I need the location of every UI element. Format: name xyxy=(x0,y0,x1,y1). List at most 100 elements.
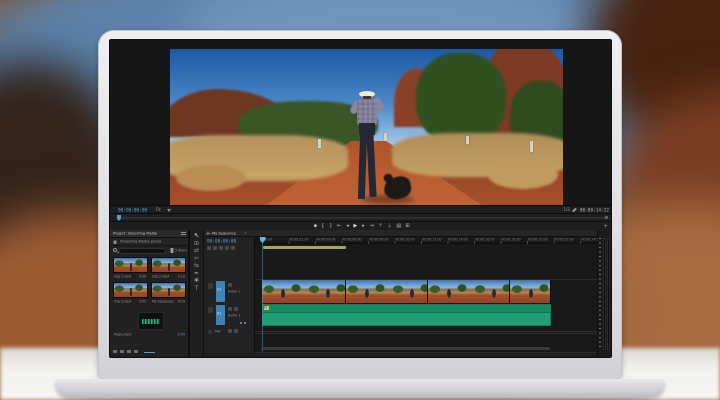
timeline-clip-1[interactable] xyxy=(262,280,346,303)
extract-button[interactable]: ⇣ xyxy=(387,223,391,228)
home-icon[interactable] xyxy=(113,240,117,244)
export-frame-button[interactable]: ▤ xyxy=(396,223,401,228)
project-item-music[interactable] xyxy=(138,312,164,330)
linked-selection-icon[interactable] xyxy=(219,246,223,250)
mark-in-button[interactable]: { xyxy=(322,223,325,228)
ruler-tick: 00:00:14:00 xyxy=(448,238,468,241)
scrubber-track[interactable] xyxy=(116,217,607,219)
video-preview[interactable] xyxy=(170,49,563,207)
comparison-view-button[interactable]: ⊞ xyxy=(406,223,410,228)
selection-tool[interactable]: ↖ xyxy=(190,233,203,239)
a1-audio-clip[interactable]: fx xyxy=(262,304,551,326)
timeline-content[interactable]: 00:00 00:00:02:00 00:00:04:00 00:00:06:0… xyxy=(254,237,597,353)
slip-tool[interactable]: ⇆ xyxy=(190,263,203,269)
mix-solo-icon[interactable] xyxy=(234,329,238,333)
tab-my-sequence[interactable]: My Sequence xyxy=(212,232,236,236)
item-duration: 0:05 xyxy=(139,300,146,303)
go-to-in-button[interactable]: ⇤ xyxy=(337,223,341,228)
lift-button[interactable]: ⇡ xyxy=(378,223,382,228)
panel-menu-icon[interactable] xyxy=(181,232,186,233)
razor-tool[interactable]: ✂ xyxy=(190,256,203,262)
keyframe-next-icon[interactable] xyxy=(244,322,246,324)
new-bin-icon[interactable] xyxy=(134,350,138,353)
zoom-level-dropdown[interactable]: Fit xyxy=(156,208,161,212)
icon-view-icon[interactable] xyxy=(120,350,124,353)
timeline-settings-wrench-icon[interactable] xyxy=(231,246,235,250)
search-icon xyxy=(113,248,117,252)
monitor-timecode-bar: 00:00:00:00 Fit 1/2 00:00:14:22 xyxy=(110,205,612,213)
mix-mute-icon[interactable] xyxy=(228,329,232,333)
leg xyxy=(358,133,367,199)
project-item-clip3[interactable] xyxy=(113,282,148,298)
ruler-tick: 00:00:10:00 xyxy=(395,238,415,241)
timeline-ruler[interactable]: 00:00 00:00:02:00 00:00:04:00 00:00:06:0… xyxy=(255,237,597,244)
work-area-bar[interactable] xyxy=(263,246,346,249)
tab-close-icon[interactable]: × xyxy=(244,232,247,236)
audio-meters-panel xyxy=(598,230,612,358)
laptop-screen: 00:00:00:00 Fit 1/2 00:00:14:22 ◆ { } ⇤ … xyxy=(109,39,612,358)
settings-wrench-icon[interactable] xyxy=(572,208,577,213)
pen-tool[interactable]: ✒ xyxy=(190,271,203,277)
monitor-scrubber[interactable] xyxy=(110,213,612,221)
insert-overwrite-icon[interactable] xyxy=(207,246,211,250)
keyframe-prev-icon[interactable] xyxy=(240,322,242,324)
source-patch-a1[interactable] xyxy=(208,307,213,313)
project-item-sequence[interactable] xyxy=(151,282,186,298)
timeline-horizontal-scrollbar[interactable] xyxy=(261,347,550,350)
timeline-playhead-timecode[interactable]: 00:00:00:00 xyxy=(207,239,236,243)
track-label-video1: Video 1 xyxy=(228,290,240,293)
snap-magnet-icon[interactable] xyxy=(213,246,217,250)
playback-resolution-dropdown[interactable]: 1/2 xyxy=(564,208,570,212)
add-marker-button[interactable]: ◆ xyxy=(313,223,317,228)
track-label-audio1: Audio 1 xyxy=(228,314,240,317)
ruler-tick: 00:00:06:00 xyxy=(342,238,362,241)
ripple-edit-tool[interactable]: ⇄ xyxy=(190,248,203,254)
thumbnail-zoom-slider[interactable] xyxy=(144,352,155,354)
step-back-button[interactable]: ◂ xyxy=(346,223,349,228)
timeline-clip-2[interactable] xyxy=(346,280,428,303)
ruler-tick-marks xyxy=(255,241,597,244)
video-tree-center xyxy=(416,53,506,145)
add-marker-icon[interactable] xyxy=(225,246,229,250)
timeline-clip-3[interactable] xyxy=(428,280,510,303)
play-button[interactable]: ▶ xyxy=(353,223,357,228)
leg xyxy=(366,133,376,197)
track-target-v1[interactable]: V1 xyxy=(216,281,225,302)
timeline-panel: My Sequence × 00:00:00:00 V1 xyxy=(204,230,597,358)
project-panel: Project: Importing Media Importing Media… xyxy=(110,230,188,358)
project-panel-header[interactable]: Project: Importing Media xyxy=(110,230,188,238)
solo-track-icon[interactable] xyxy=(234,307,238,311)
toggle-track-output-eye-icon[interactable] xyxy=(228,283,232,287)
step-forward-button[interactable]: ▸ xyxy=(362,223,365,228)
go-to-out-button[interactable]: ⇥ xyxy=(369,223,373,228)
ruler-tick: 00:00:08:00 xyxy=(369,238,389,241)
project-item-clip1[interactable] xyxy=(113,257,148,273)
project-item-clip2[interactable] xyxy=(151,257,186,273)
timeline-tab-bar: My Sequence × xyxy=(204,230,597,237)
type-tool[interactable]: T xyxy=(190,286,203,292)
list-view-icon[interactable] xyxy=(113,350,117,353)
track-target-a1[interactable]: A1 xyxy=(216,305,225,325)
item-label: Clip 2.mp4 xyxy=(152,275,169,278)
mute-track-icon[interactable] xyxy=(228,307,232,311)
hand-tool[interactable]: ✱ xyxy=(190,278,203,284)
plaid-shirt xyxy=(357,99,377,125)
current-timecode[interactable]: 00:00:00:00 xyxy=(118,208,147,212)
sort-icon[interactable] xyxy=(127,350,131,353)
timeline-clip-4[interactable] xyxy=(510,280,551,303)
item-duration: 2:04 xyxy=(178,333,185,336)
search-input[interactable] xyxy=(119,248,166,254)
item-label: Clip 3.mp4 xyxy=(114,300,131,303)
tools-panel: ↖ ⊞ ⇄ ✂ ⇆ ✒ ✱ T xyxy=(190,230,203,358)
track-select-tool[interactable]: ⊞ xyxy=(190,241,203,247)
panel-overflow-chevron-icon[interactable] xyxy=(206,232,210,235)
bin-path: Importing Media.prproj xyxy=(120,240,161,244)
video-shrub xyxy=(176,165,246,191)
bin-breadcrumb[interactable]: Importing Media.prproj xyxy=(110,238,188,246)
duration-timecode: 00:00:14:22 xyxy=(580,208,609,212)
mark-out-button[interactable]: } xyxy=(329,223,332,228)
button-editor-plus[interactable]: + xyxy=(603,223,608,230)
bottom-panels: Project: Importing Media Importing Media… xyxy=(110,230,612,358)
source-patch-v1[interactable] xyxy=(208,283,213,289)
track-id-a1: A1 xyxy=(217,312,221,315)
